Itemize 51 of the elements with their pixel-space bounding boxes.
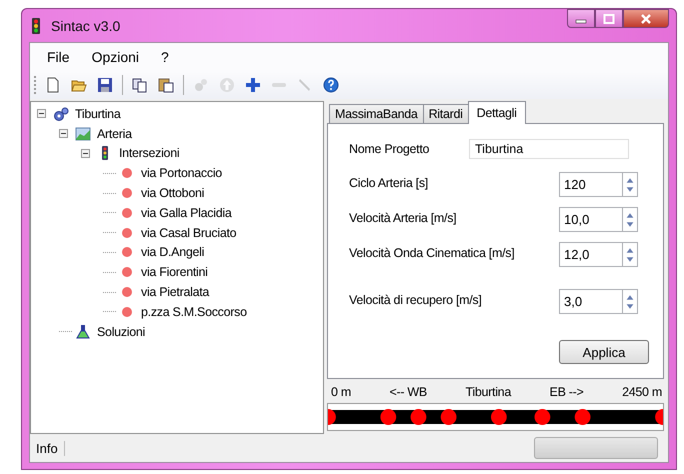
field-label: Nome Progetto xyxy=(349,142,430,156)
menu-item[interactable]: ? xyxy=(150,47,180,67)
distance-label: 2450 m xyxy=(622,385,662,399)
tree-item[interactable]: via D.Angeli xyxy=(141,245,204,260)
spin-arrows-icon[interactable] xyxy=(625,210,635,228)
field-label: Ciclo Arteria [s] xyxy=(349,176,428,190)
traffic-light-icon xyxy=(31,18,41,34)
tree-item[interactable]: via Casal Bruciato xyxy=(141,226,236,240)
tree-item[interactable]: Tiburtina xyxy=(75,106,120,121)
maximize-icon xyxy=(603,14,615,24)
field-label: Velocità di recupero [m/s] xyxy=(349,292,482,306)
tree-item[interactable]: via Portonaccio xyxy=(141,166,222,180)
project-name-field[interactable]: Tiburtina xyxy=(469,139,629,159)
number-field[interactable]: 120 xyxy=(559,172,623,197)
direction-label: EB --> xyxy=(550,385,584,399)
tree-item[interactable]: via Fiorentini xyxy=(141,265,208,280)
tree-item[interactable]: via Pietralata xyxy=(141,285,210,300)
tree-item[interactable]: Arteria xyxy=(97,126,132,141)
field-label: Velocità Arteria [m/s] xyxy=(349,210,456,224)
collapse-toggle[interactable] xyxy=(81,148,90,158)
tab[interactable]: MassimaBanda xyxy=(329,104,424,123)
apply-button[interactable]: Applica xyxy=(559,340,649,364)
tree-item[interactable]: Intersezioni xyxy=(119,146,180,160)
maximize-button[interactable] xyxy=(595,9,623,28)
menu-item[interactable]: File xyxy=(36,47,81,67)
close-button[interactable] xyxy=(623,9,669,28)
artery-name: Tiburtina xyxy=(466,385,511,399)
chart-icon xyxy=(75,126,91,142)
distance-label: 0 m xyxy=(331,385,351,399)
tab[interactable]: Dettagli xyxy=(468,101,526,124)
menu-item[interactable]: Opzioni xyxy=(80,47,150,67)
window-title: Sintac v3.0 xyxy=(51,18,120,34)
tab[interactable]: Ritardi xyxy=(422,104,469,123)
close-icon xyxy=(640,14,652,24)
tree-item[interactable]: via Galla Placidia xyxy=(141,206,232,220)
flask-icon xyxy=(75,324,91,340)
number-field[interactable]: 10,0 xyxy=(559,207,623,232)
direction-label: <-- WB xyxy=(390,385,427,399)
tree-item[interactable]: Soluzioni xyxy=(97,324,146,339)
collapse-toggle[interactable] xyxy=(59,129,68,138)
minimize-button[interactable] xyxy=(567,9,595,28)
spin-arrows-icon[interactable] xyxy=(625,246,635,264)
tree-item[interactable]: p.zza S.M.Soccorso xyxy=(141,304,247,319)
number-field[interactable]: 12,0 xyxy=(559,242,623,267)
spin-arrows-icon[interactable] xyxy=(625,292,635,310)
spin-arrows-icon[interactable] xyxy=(625,176,635,194)
tree-item[interactable]: via Ottoboni xyxy=(141,186,204,200)
field-label: Velocità Onda Cinematica [m/s] xyxy=(349,246,514,260)
number-field[interactable]: 3,0 xyxy=(559,289,623,314)
status-text: Info xyxy=(36,440,65,456)
collapse-toggle[interactable] xyxy=(37,109,46,118)
